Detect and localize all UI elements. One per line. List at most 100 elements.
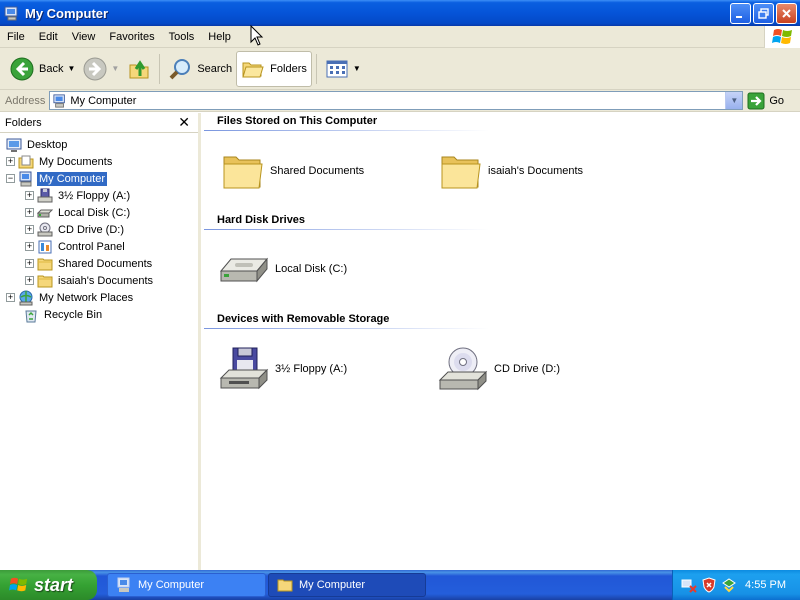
folders-button[interactable]: Folders [236,50,312,87]
go-button[interactable]: Go [747,92,784,110]
group-divider [204,328,489,329]
address-label: Address [5,94,46,107]
item-cd-drive[interactable]: CD Drive (D:) [438,346,560,392]
taskbar-button-my-computer-active[interactable]: My Computer [268,573,426,597]
expand-icon[interactable]: + [25,242,34,251]
expand-icon[interactable]: + [25,259,34,268]
tree-item-cd-drive[interactable]: + CD Drive (D:) [0,221,198,238]
tree-item-isaiahs-documents[interactable]: + isaiah's Documents [0,272,198,289]
tree-item-control-panel[interactable]: + Control Panel [0,238,198,255]
item-isaiahs-documents[interactable]: isaiah's Documents [440,151,583,191]
expand-icon[interactable]: + [25,225,34,234]
cd-drive-icon [37,222,53,236]
start-button[interactable]: start [0,570,97,600]
item-shared-documents[interactable]: Shared Documents [222,151,364,191]
my-documents-icon [18,155,34,168]
expand-icon[interactable]: + [25,208,34,217]
network-tray-icon[interactable] [681,577,697,593]
tree-label: CD Drive (D:) [58,223,124,236]
tree-item-my-documents[interactable]: + My Documents [0,153,198,170]
tree-label: Shared Documents [58,257,153,270]
floppy-drive-icon [37,188,53,202]
folder-icon [37,258,53,270]
taskbar: start My Computer My Computer 4:55 PM [0,570,800,600]
search-button[interactable]: Search [164,51,236,87]
address-dropdown-button[interactable]: ▼ [725,92,743,109]
group-divider [204,130,489,131]
item-label: Local Disk (C:) [275,263,348,275]
window-title: My Computer [25,5,109,21]
tree-item-desktop[interactable]: Desktop [0,136,198,153]
folders-icon [242,62,264,77]
mouse-cursor-icon [250,25,264,46]
menu-help[interactable]: Help [201,26,238,48]
expand-icon[interactable]: + [6,293,15,302]
taskbar-button-my-computer[interactable]: My Computer [107,573,266,597]
views-dropdown-icon[interactable]: ▼ [353,64,361,73]
my-computer-icon [19,171,32,186]
address-input[interactable]: My Computer ▼ [49,91,744,110]
item-local-disk[interactable]: Local Disk (C:) [219,249,347,289]
folders-pane-title: Folders [5,116,42,129]
tree-label: Recycle Bin [44,308,103,321]
item-label: isaiah's Documents [488,165,584,177]
toolbar-separator [159,53,161,84]
menu-bar: File Edit View Favorites Tools Help [0,26,800,48]
folder-icon [223,156,263,189]
tree-item-shared-documents[interactable]: + Shared Documents [0,255,198,272]
close-icon [782,8,791,18]
menu-file[interactable]: File [0,26,32,48]
forward-button[interactable]: ▼ [79,51,123,87]
go-label: Go [769,94,785,107]
forward-dropdown-icon[interactable]: ▼ [111,64,119,73]
close-button[interactable] [776,2,797,24]
updates-tray-icon[interactable] [721,577,737,593]
tree-item-floppy[interactable]: + 3½ Floppy (A:) [0,187,198,204]
tree-item-recycle-bin[interactable]: Recycle Bin [0,306,198,323]
security-shield-icon[interactable] [701,577,717,593]
tree-label: Control Panel [58,240,125,253]
clock: 4:55 PM [745,579,786,591]
start-label: start [34,574,74,595]
menu-tools[interactable]: Tools [162,26,202,48]
title-bar[interactable]: My Computer [0,0,800,26]
desktop-icon [6,138,22,152]
back-label: Back [39,62,64,75]
menu-favorites[interactable]: Favorites [102,26,161,48]
address-bar: Address My Computer ▼ Go [0,90,800,112]
expand-icon[interactable]: + [25,276,34,285]
restore-button[interactable] [753,2,774,24]
cd-drive-icon [438,347,488,391]
tree-label: My Network Places [39,291,134,304]
folders-pane-header: Folders ✕ [0,113,198,133]
folder-icon [37,275,53,287]
tree-item-my-computer[interactable]: − My Computer [0,170,198,187]
floppy-drive-icon [219,347,269,390]
tree-label: isaiah's Documents [58,274,154,287]
item-floppy-drive[interactable]: 3½ Floppy (A:) [219,346,347,392]
back-button[interactable]: Back ▼ [6,51,79,87]
my-computer-icon [53,93,66,108]
minimize-button[interactable] [730,2,751,24]
system-tray: 4:55 PM [672,570,800,600]
expand-icon[interactable]: + [6,157,15,166]
back-dropdown-icon[interactable]: ▼ [67,64,75,73]
tree-label: My Documents [39,155,113,168]
expand-icon[interactable]: + [25,191,34,200]
toolbar-separator [315,53,317,84]
up-button[interactable] [123,51,155,87]
control-panel-icon [38,240,52,253]
tree-item-local-disk[interactable]: + Local Disk (C:) [0,204,198,221]
tree-label: 3½ Floppy (A:) [58,189,131,202]
minimize-icon [736,15,742,18]
menu-edit[interactable]: Edit [32,26,65,48]
views-button[interactable]: ▼ [321,51,365,87]
close-pane-icon[interactable]: ✕ [178,114,190,131]
collapse-icon[interactable]: − [6,174,15,183]
search-label: Search [197,62,233,75]
menu-view[interactable]: View [65,26,103,48]
tree-item-my-network-places[interactable]: + My Network Places [0,289,198,306]
item-label: Shared Documents [270,165,365,177]
taskbar-button-label: My Computer [299,579,366,591]
folder-tree: Desktop + My Documents − My Computer + 3… [0,133,198,323]
